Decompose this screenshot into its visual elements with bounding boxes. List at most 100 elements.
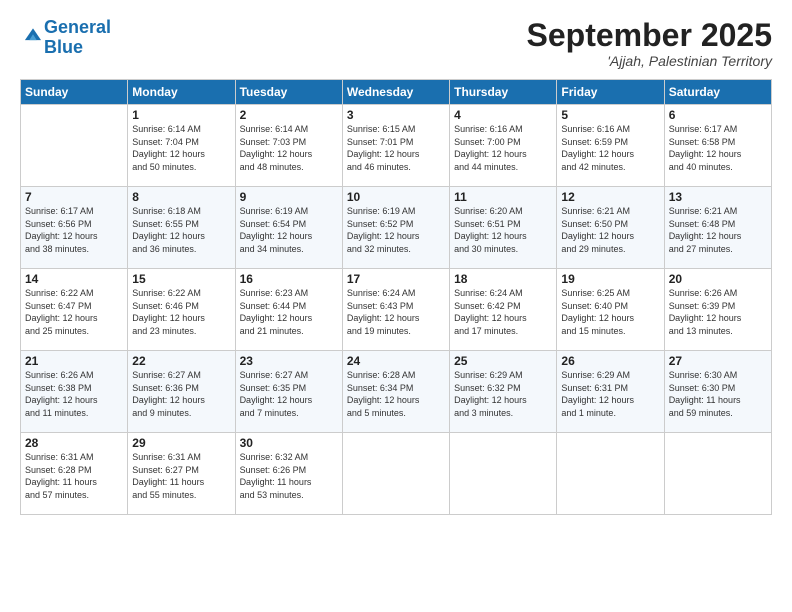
day-info: Sunrise: 6:17 AMSunset: 6:58 PMDaylight:… bbox=[669, 123, 767, 173]
day-number: 22 bbox=[132, 354, 230, 368]
day-number: 17 bbox=[347, 272, 445, 286]
logo-icon bbox=[22, 24, 44, 46]
day-info: Sunrise: 6:16 AMSunset: 7:00 PMDaylight:… bbox=[454, 123, 552, 173]
day-info: Sunrise: 6:16 AMSunset: 6:59 PMDaylight:… bbox=[561, 123, 659, 173]
day-number: 6 bbox=[669, 108, 767, 122]
table-cell: 17Sunrise: 6:24 AMSunset: 6:43 PMDayligh… bbox=[342, 269, 449, 351]
page: General Blue September 2025 'Ajjah, Pale… bbox=[0, 0, 792, 612]
day-number: 25 bbox=[454, 354, 552, 368]
header: General Blue September 2025 'Ajjah, Pale… bbox=[20, 18, 772, 69]
day-number: 24 bbox=[347, 354, 445, 368]
day-info: Sunrise: 6:22 AMSunset: 6:47 PMDaylight:… bbox=[25, 287, 123, 337]
subtitle: 'Ajjah, Palestinian Territory bbox=[527, 53, 772, 69]
table-cell bbox=[342, 433, 449, 515]
day-number: 18 bbox=[454, 272, 552, 286]
table-cell: 3Sunrise: 6:15 AMSunset: 7:01 PMDaylight… bbox=[342, 105, 449, 187]
logo-text1: General bbox=[44, 17, 111, 37]
calendar-header-row: Sunday Monday Tuesday Wednesday Thursday… bbox=[21, 80, 772, 105]
day-number: 2 bbox=[240, 108, 338, 122]
day-info: Sunrise: 6:21 AMSunset: 6:50 PMDaylight:… bbox=[561, 205, 659, 255]
table-cell: 15Sunrise: 6:22 AMSunset: 6:46 PMDayligh… bbox=[128, 269, 235, 351]
day-info: Sunrise: 6:27 AMSunset: 6:35 PMDaylight:… bbox=[240, 369, 338, 419]
table-cell: 12Sunrise: 6:21 AMSunset: 6:50 PMDayligh… bbox=[557, 187, 664, 269]
day-number: 16 bbox=[240, 272, 338, 286]
table-cell: 24Sunrise: 6:28 AMSunset: 6:34 PMDayligh… bbox=[342, 351, 449, 433]
col-tuesday: Tuesday bbox=[235, 80, 342, 105]
table-cell: 22Sunrise: 6:27 AMSunset: 6:36 PMDayligh… bbox=[128, 351, 235, 433]
table-cell: 25Sunrise: 6:29 AMSunset: 6:32 PMDayligh… bbox=[450, 351, 557, 433]
day-info: Sunrise: 6:14 AMSunset: 7:03 PMDaylight:… bbox=[240, 123, 338, 173]
day-info: Sunrise: 6:19 AMSunset: 6:54 PMDaylight:… bbox=[240, 205, 338, 255]
week-row-4: 21Sunrise: 6:26 AMSunset: 6:38 PMDayligh… bbox=[21, 351, 772, 433]
table-cell: 2Sunrise: 6:14 AMSunset: 7:03 PMDaylight… bbox=[235, 105, 342, 187]
table-cell: 30Sunrise: 6:32 AMSunset: 6:26 PMDayligh… bbox=[235, 433, 342, 515]
table-cell: 1Sunrise: 6:14 AMSunset: 7:04 PMDaylight… bbox=[128, 105, 235, 187]
day-info: Sunrise: 6:32 AMSunset: 6:26 PMDaylight:… bbox=[240, 451, 338, 501]
day-info: Sunrise: 6:26 AMSunset: 6:38 PMDaylight:… bbox=[25, 369, 123, 419]
table-cell: 23Sunrise: 6:27 AMSunset: 6:35 PMDayligh… bbox=[235, 351, 342, 433]
day-info: Sunrise: 6:24 AMSunset: 6:42 PMDaylight:… bbox=[454, 287, 552, 337]
table-cell: 7Sunrise: 6:17 AMSunset: 6:56 PMDaylight… bbox=[21, 187, 128, 269]
day-number: 19 bbox=[561, 272, 659, 286]
col-saturday: Saturday bbox=[664, 80, 771, 105]
day-number: 15 bbox=[132, 272, 230, 286]
col-wednesday: Wednesday bbox=[342, 80, 449, 105]
day-info: Sunrise: 6:30 AMSunset: 6:30 PMDaylight:… bbox=[669, 369, 767, 419]
day-info: Sunrise: 6:28 AMSunset: 6:34 PMDaylight:… bbox=[347, 369, 445, 419]
col-monday: Monday bbox=[128, 80, 235, 105]
day-info: Sunrise: 6:27 AMSunset: 6:36 PMDaylight:… bbox=[132, 369, 230, 419]
day-info: Sunrise: 6:19 AMSunset: 6:52 PMDaylight:… bbox=[347, 205, 445, 255]
table-cell: 8Sunrise: 6:18 AMSunset: 6:55 PMDaylight… bbox=[128, 187, 235, 269]
table-cell: 14Sunrise: 6:22 AMSunset: 6:47 PMDayligh… bbox=[21, 269, 128, 351]
table-cell bbox=[664, 433, 771, 515]
title-block: September 2025 'Ajjah, Palestinian Terri… bbox=[527, 18, 772, 69]
table-cell: 6Sunrise: 6:17 AMSunset: 6:58 PMDaylight… bbox=[664, 105, 771, 187]
day-number: 8 bbox=[132, 190, 230, 204]
day-info: Sunrise: 6:14 AMSunset: 7:04 PMDaylight:… bbox=[132, 123, 230, 173]
table-cell: 18Sunrise: 6:24 AMSunset: 6:42 PMDayligh… bbox=[450, 269, 557, 351]
table-cell: 13Sunrise: 6:21 AMSunset: 6:48 PMDayligh… bbox=[664, 187, 771, 269]
table-cell bbox=[557, 433, 664, 515]
day-number: 27 bbox=[669, 354, 767, 368]
day-number: 12 bbox=[561, 190, 659, 204]
table-cell: 27Sunrise: 6:30 AMSunset: 6:30 PMDayligh… bbox=[664, 351, 771, 433]
day-info: Sunrise: 6:31 AMSunset: 6:28 PMDaylight:… bbox=[25, 451, 123, 501]
day-info: Sunrise: 6:25 AMSunset: 6:40 PMDaylight:… bbox=[561, 287, 659, 337]
table-cell bbox=[21, 105, 128, 187]
day-number: 7 bbox=[25, 190, 123, 204]
table-cell: 11Sunrise: 6:20 AMSunset: 6:51 PMDayligh… bbox=[450, 187, 557, 269]
day-number: 28 bbox=[25, 436, 123, 450]
day-number: 1 bbox=[132, 108, 230, 122]
day-info: Sunrise: 6:20 AMSunset: 6:51 PMDaylight:… bbox=[454, 205, 552, 255]
day-info: Sunrise: 6:29 AMSunset: 6:32 PMDaylight:… bbox=[454, 369, 552, 419]
week-row-2: 7Sunrise: 6:17 AMSunset: 6:56 PMDaylight… bbox=[21, 187, 772, 269]
day-info: Sunrise: 6:31 AMSunset: 6:27 PMDaylight:… bbox=[132, 451, 230, 501]
table-cell: 26Sunrise: 6:29 AMSunset: 6:31 PMDayligh… bbox=[557, 351, 664, 433]
day-number: 29 bbox=[132, 436, 230, 450]
day-number: 5 bbox=[561, 108, 659, 122]
table-cell: 5Sunrise: 6:16 AMSunset: 6:59 PMDaylight… bbox=[557, 105, 664, 187]
day-info: Sunrise: 6:15 AMSunset: 7:01 PMDaylight:… bbox=[347, 123, 445, 173]
table-cell bbox=[450, 433, 557, 515]
day-info: Sunrise: 6:23 AMSunset: 6:44 PMDaylight:… bbox=[240, 287, 338, 337]
table-cell: 19Sunrise: 6:25 AMSunset: 6:40 PMDayligh… bbox=[557, 269, 664, 351]
day-number: 11 bbox=[454, 190, 552, 204]
table-cell: 29Sunrise: 6:31 AMSunset: 6:27 PMDayligh… bbox=[128, 433, 235, 515]
week-row-3: 14Sunrise: 6:22 AMSunset: 6:47 PMDayligh… bbox=[21, 269, 772, 351]
day-number: 30 bbox=[240, 436, 338, 450]
day-number: 13 bbox=[669, 190, 767, 204]
logo: General Blue bbox=[20, 18, 111, 58]
table-cell: 4Sunrise: 6:16 AMSunset: 7:00 PMDaylight… bbox=[450, 105, 557, 187]
table-cell: 20Sunrise: 6:26 AMSunset: 6:39 PMDayligh… bbox=[664, 269, 771, 351]
col-sunday: Sunday bbox=[21, 80, 128, 105]
day-info: Sunrise: 6:26 AMSunset: 6:39 PMDaylight:… bbox=[669, 287, 767, 337]
day-number: 14 bbox=[25, 272, 123, 286]
day-number: 4 bbox=[454, 108, 552, 122]
day-info: Sunrise: 6:18 AMSunset: 6:55 PMDaylight:… bbox=[132, 205, 230, 255]
table-cell: 16Sunrise: 6:23 AMSunset: 6:44 PMDayligh… bbox=[235, 269, 342, 351]
month-title: September 2025 bbox=[527, 18, 772, 53]
day-info: Sunrise: 6:21 AMSunset: 6:48 PMDaylight:… bbox=[669, 205, 767, 255]
day-number: 3 bbox=[347, 108, 445, 122]
table-cell: 9Sunrise: 6:19 AMSunset: 6:54 PMDaylight… bbox=[235, 187, 342, 269]
col-friday: Friday bbox=[557, 80, 664, 105]
